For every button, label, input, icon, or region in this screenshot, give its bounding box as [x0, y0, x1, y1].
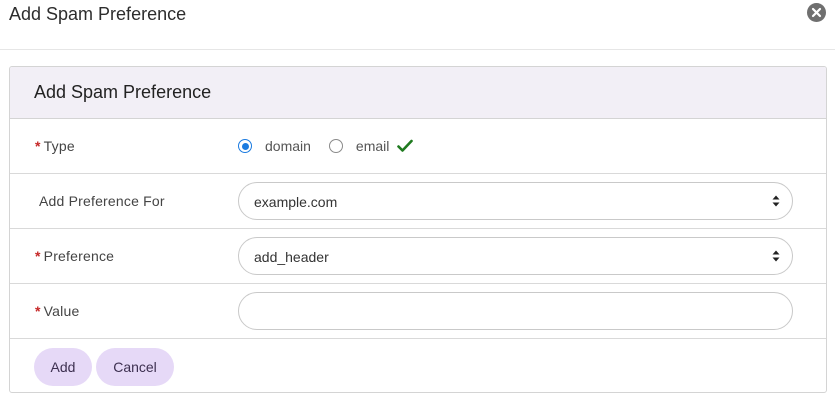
- checkmark-icon: [397, 139, 414, 152]
- close-button[interactable]: [807, 3, 826, 22]
- type-radio-domain-label[interactable]: domain: [265, 138, 311, 154]
- required-mark: *: [35, 138, 41, 154]
- type-radio-group: domain email: [238, 138, 414, 154]
- type-radio-domain[interactable]: [238, 139, 252, 153]
- type-radio-email-label[interactable]: email: [356, 138, 389, 154]
- panel-header: Add Spam Preference: [10, 67, 826, 119]
- cancel-button[interactable]: Cancel: [96, 348, 174, 386]
- type-row: * Type domain email: [10, 119, 826, 174]
- preference-row: * Preference add_header: [10, 229, 826, 284]
- value-label: Value: [43, 303, 80, 319]
- type-radio-email[interactable]: [328, 139, 343, 153]
- preference-value: add_header: [254, 249, 329, 265]
- panel-title: Add Spam Preference: [34, 82, 212, 102]
- required-mark: *: [35, 303, 41, 319]
- modal-header: Add Spam Preference: [0, 0, 835, 50]
- add-preference-for-label: Add Preference For: [39, 193, 165, 209]
- value-row: * Value: [10, 284, 826, 339]
- preference-select[interactable]: add_header: [238, 237, 793, 275]
- type-label-wrap: * Type: [35, 138, 75, 154]
- spam-preference-panel: Add Spam Preference * Type domain email Ad…: [9, 66, 827, 393]
- required-mark: *: [35, 248, 41, 264]
- add-button[interactable]: Add: [34, 348, 92, 386]
- form-actions: Add Cancel: [10, 339, 826, 392]
- sort-arrows-icon: [772, 250, 780, 262]
- value-label-wrap: * Value: [35, 303, 79, 319]
- add-preference-for-row: Add Preference For example.com: [10, 174, 826, 229]
- sort-arrows-icon: [772, 195, 780, 207]
- preference-label-wrap: * Preference: [35, 248, 114, 264]
- preference-label: Preference: [43, 248, 115, 264]
- add-preference-for-select[interactable]: example.com: [238, 182, 793, 220]
- type-label: Type: [43, 138, 75, 154]
- value-input[interactable]: [238, 292, 793, 330]
- close-icon: [811, 7, 822, 18]
- add-preference-for-value: example.com: [254, 194, 338, 210]
- modal-title: Add Spam Preference: [9, 4, 187, 24]
